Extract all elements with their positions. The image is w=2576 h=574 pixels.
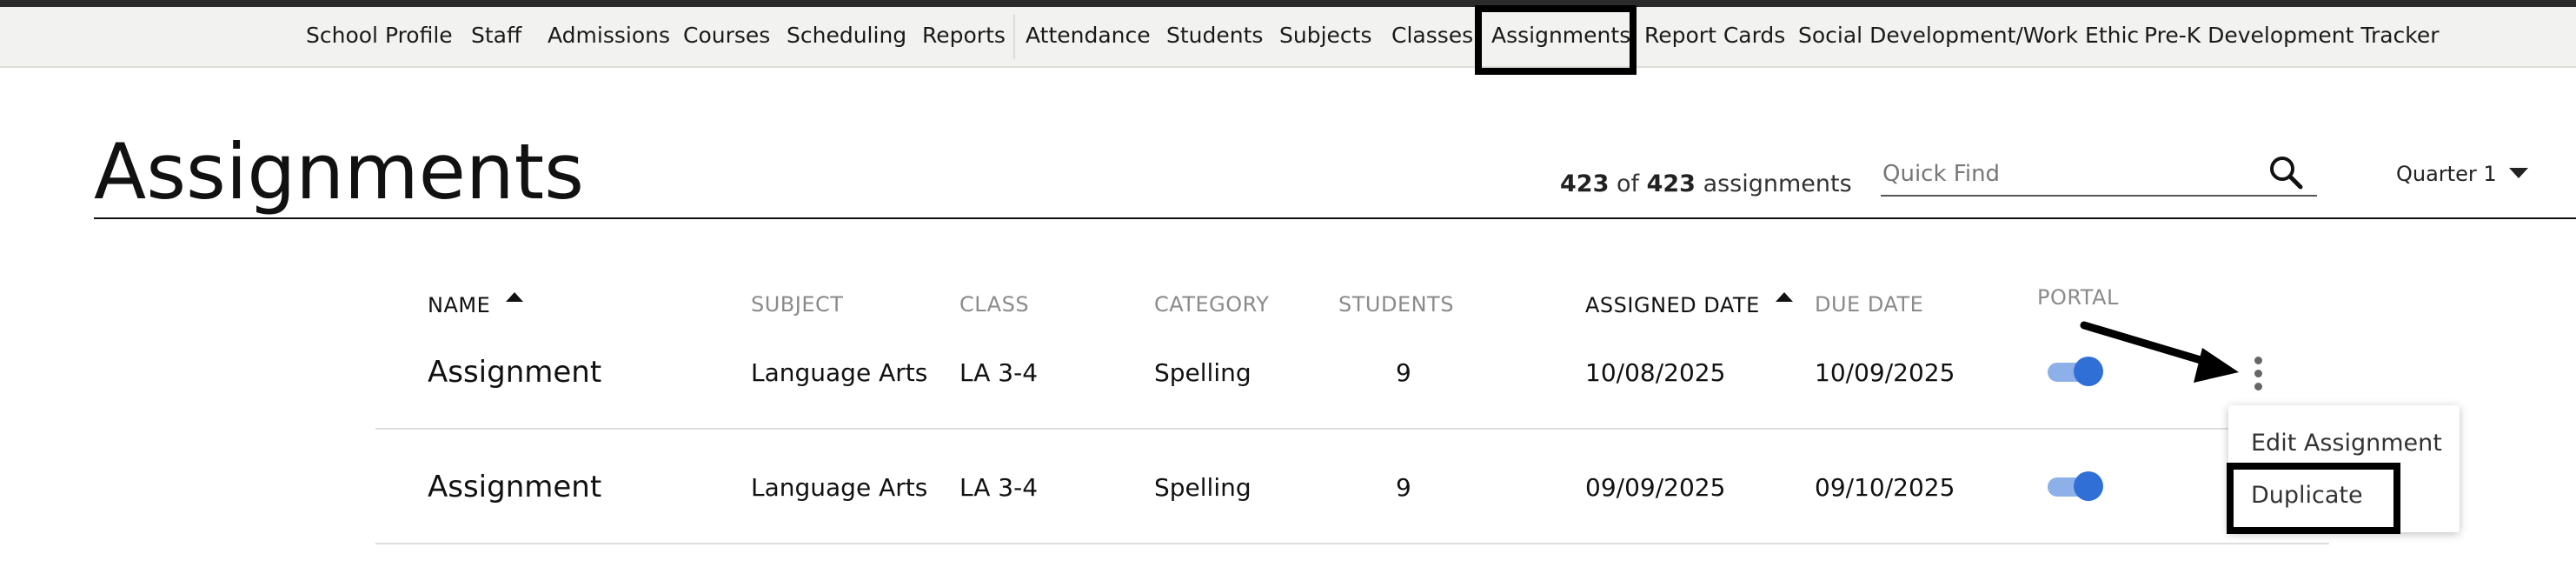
- nav-admissions[interactable]: Admissions: [548, 23, 670, 48]
- row-1-name[interactable]: Assignment: [428, 355, 601, 390]
- row-2-class: LA 3-4: [959, 473, 1039, 502]
- row-1-portal-toggle[interactable]: [2048, 357, 2103, 386]
- row-divider: [375, 543, 2329, 544]
- quarter-select[interactable]: Quarter 1: [2396, 162, 2528, 186]
- row-1-assigned-date: 10/08/2025: [1585, 358, 1726, 387]
- count-of: of: [1616, 170, 1639, 197]
- row-1-due-date: 10/09/2025: [1815, 358, 1955, 387]
- nav-report-cards[interactable]: Report Cards: [1644, 23, 1785, 48]
- nav-school-profile[interactable]: School Profile: [306, 23, 453, 48]
- quick-find-input[interactable]: [1882, 157, 2247, 191]
- nav-social-development[interactable]: Social Development/Work Ethic: [1798, 23, 2139, 48]
- row-1-category: Spelling: [1154, 358, 1251, 387]
- row-2-due-date: 09/10/2025: [1815, 473, 1955, 502]
- header-assigned-date[interactable]: ASSIGNED DATE: [1585, 292, 1793, 317]
- header-name[interactable]: NAME: [428, 292, 524, 317]
- nav-attendance[interactable]: Attendance: [1026, 23, 1151, 48]
- header-name-label: NAME: [428, 293, 491, 317]
- row-2-category: Spelling: [1154, 473, 1251, 502]
- menu-edit-assignment[interactable]: Edit Assignment: [2251, 430, 2442, 457]
- count-unit: assignments: [1703, 170, 1852, 197]
- nav-divider: [1013, 14, 1015, 59]
- nav-staff[interactable]: Staff: [471, 23, 521, 48]
- header-subject[interactable]: SUBJECT: [751, 292, 843, 317]
- chevron-down-icon: [2508, 168, 2528, 178]
- row-1-students: 9: [1396, 358, 1411, 387]
- assignment-count: 423 of 423 assignments: [1560, 170, 1852, 197]
- row-2-subject: Language Arts: [751, 473, 928, 502]
- row-2-assigned-date: 09/09/2025: [1585, 473, 1726, 502]
- top-navigation: School Profile Staff Admissions Courses …: [0, 7, 2576, 68]
- nav-active-highlight-box: [1475, 5, 1637, 75]
- nav-subjects[interactable]: Subjects: [1279, 23, 1371, 48]
- header-assigned-date-label: ASSIGNED DATE: [1585, 293, 1760, 317]
- menu-duplicate-highlight-box: [2227, 463, 2400, 534]
- header-portal[interactable]: PORTAL: [2037, 285, 2119, 310]
- nav-courses[interactable]: Courses: [683, 23, 770, 48]
- quick-find: [1881, 157, 2317, 197]
- search-icon[interactable]: [2267, 153, 2305, 191]
- nav-classes[interactable]: Classes: [1391, 23, 1473, 48]
- header-students[interactable]: STUDENTS: [1338, 292, 1454, 317]
- row-2-students: 9: [1396, 473, 1411, 502]
- header-due-date[interactable]: DUE DATE: [1815, 292, 1923, 317]
- title-divider: [94, 217, 2576, 219]
- sort-ascending-icon: [1775, 292, 1793, 302]
- row-2-portal-toggle[interactable]: [2048, 471, 2103, 501]
- row-divider: [375, 428, 2329, 430]
- row-1-subject: Language Arts: [751, 358, 928, 387]
- count-shown: 423: [1560, 170, 1610, 197]
- nav-reports[interactable]: Reports: [922, 23, 1006, 48]
- row-1-more-options-icon[interactable]: [2246, 355, 2272, 393]
- quarter-select-value: Quarter 1: [2396, 162, 2497, 186]
- header-category[interactable]: CATEGORY: [1154, 292, 1269, 317]
- row-2-name[interactable]: Assignment: [428, 470, 601, 504]
- nav-pre-k-tracker[interactable]: Pre-K Development Tracker: [2144, 23, 2440, 48]
- annotation-arrow-icon: [2080, 321, 2239, 383]
- count-total: 423: [1646, 170, 1696, 197]
- top-dark-strip: [0, 0, 2576, 12]
- page-title: Assignments: [94, 127, 584, 217]
- nav-scheduling[interactable]: Scheduling: [787, 23, 906, 48]
- row-1-class: LA 3-4: [959, 358, 1039, 387]
- header-class[interactable]: CLASS: [959, 292, 1029, 317]
- nav-students[interactable]: Students: [1166, 23, 1263, 48]
- sort-ascending-icon: [506, 292, 524, 302]
